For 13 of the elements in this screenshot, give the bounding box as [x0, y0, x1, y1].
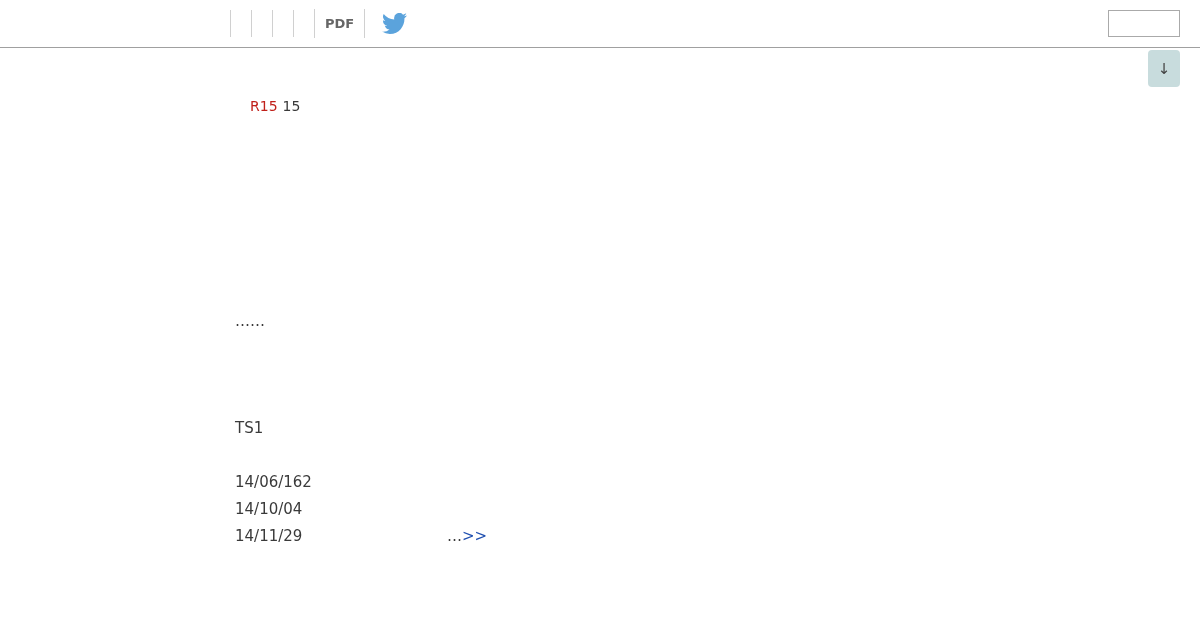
scroll-down-button[interactable]: ↓: [1148, 50, 1180, 87]
date-text: 14/10/04: [235, 499, 304, 520]
ellipsis-text: ……: [235, 311, 265, 332]
ellipsis-text: …: [447, 526, 462, 547]
tag-label: R15: [250, 97, 278, 116]
search-field[interactable]: [1108, 10, 1180, 37]
tag-text: 15: [282, 97, 301, 116]
more-link[interactable]: >>: [462, 523, 488, 550]
pdf-link[interactable]: PDF: [314, 9, 366, 38]
code-text: TS1: [235, 418, 264, 439]
date-text: 14/11/29: [235, 526, 304, 547]
date-text: 14/06/162: [235, 472, 313, 493]
bird-icon[interactable]: [382, 13, 408, 34]
